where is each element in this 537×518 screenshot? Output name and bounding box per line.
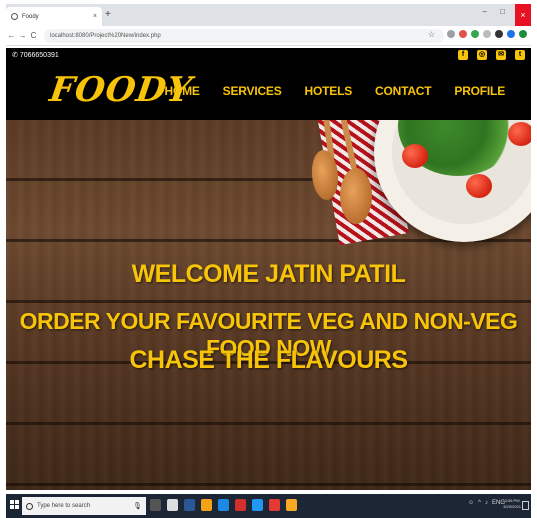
back-button[interactable]: ← [6, 31, 17, 40]
microphone-icon[interactable]: 🎙 [133, 502, 142, 510]
taskbar-apps [150, 499, 297, 511]
nav-services[interactable]: SERVICES [223, 84, 282, 98]
facebook-icon[interactable]: f [458, 50, 468, 60]
chrome-icon[interactable] [269, 499, 280, 511]
app-icon[interactable] [201, 499, 212, 511]
task-view-icon[interactable] [150, 499, 161, 511]
main-menu: HOME SERVICES HOTELS CONTACT PROFILE [164, 84, 505, 98]
bookmark-star-icon[interactable]: ☆ [428, 30, 435, 39]
browser-tab[interactable]: Foody × [6, 7, 102, 26]
social-links: f ◎ ✉ t [458, 50, 525, 60]
nav-contact[interactable]: CONTACT [375, 84, 432, 98]
maximize-button[interactable]: □ [500, 7, 505, 16]
system-tray: ☺ ^ ♪ ENG [468, 500, 505, 506]
profile-avatar[interactable] [519, 30, 527, 38]
screen: Foody × + – □ × ← → C localhost:8080/Pro… [0, 0, 537, 518]
people-icon[interactable]: ☺ [468, 500, 474, 506]
tab-favicon-icon [11, 13, 18, 20]
app-icon[interactable] [235, 499, 246, 511]
search-icon [26, 502, 33, 510]
extension-icon[interactable] [507, 30, 515, 38]
forward-button[interactable]: → [17, 31, 28, 40]
close-window-button[interactable]: × [515, 4, 531, 26]
extension-icon[interactable] [471, 30, 479, 38]
tomato-image [508, 122, 531, 146]
welcome-heading: WELCOME JATIN PATIL [131, 260, 406, 288]
instagram-icon[interactable]: ◎ [477, 50, 487, 60]
extension-icon[interactable] [495, 30, 503, 38]
address-bar[interactable]: localhost:8080/Project%20New/index.php [44, 29, 444, 43]
reload-button[interactable]: C [28, 31, 39, 40]
app-icon[interactable] [286, 499, 297, 511]
taskbar-clock[interactable]: 3:56 PM 3/29/2021 [503, 498, 521, 510]
mail-icon[interactable]: ✉ [496, 50, 506, 60]
search-placeholder: Type here to search [37, 503, 91, 509]
twitter-icon[interactable]: t [515, 50, 525, 60]
chevron-up-icon[interactable]: ^ [478, 500, 481, 506]
windows-taskbar: Type here to search 🎙 ☺ ^ ♪ ENG 3:56 PM … [6, 494, 531, 518]
extension-icon[interactable] [459, 30, 467, 38]
volume-icon[interactable]: ♪ [485, 500, 488, 506]
tagline-heading: CHASE THE FLAVOURS [129, 346, 408, 374]
windows-start-icon[interactable] [10, 500, 20, 510]
extension-icon[interactable] [483, 30, 491, 38]
extension-icons [447, 30, 527, 38]
app-icon[interactable] [252, 499, 263, 511]
nav-profile[interactable]: PROFILE [454, 84, 505, 98]
tomato-image [402, 144, 428, 168]
browser-tab-strip: Foody × + – □ × [6, 4, 531, 26]
main-navbar: FOODY HOME SERVICES HOTELS CONTACT PROFI… [6, 62, 531, 120]
clock-date: 3/29/2021 [503, 504, 521, 509]
browser-toolbar: ← → C localhost:8080/Project%20New/index… [6, 26, 531, 46]
taskbar-search-input[interactable]: Type here to search 🎙 [22, 497, 146, 515]
hero-banner: WELCOME JATIN PATIL ORDER YOUR FAVOURITE… [6, 120, 531, 490]
tomato-image [466, 174, 492, 198]
minimize-button[interactable]: – [483, 7, 487, 16]
website: ✆ 7066650391 f ◎ ✉ t FOODY HOME SERVICES… [6, 48, 531, 490]
extension-icon[interactable] [447, 30, 455, 38]
edge-icon[interactable] [218, 499, 229, 511]
tab-title: Foody [22, 13, 39, 20]
notification-icon[interactable] [522, 501, 529, 510]
url-text: localhost:8080/Project%20New/index.php [50, 33, 161, 39]
tab-close-icon[interactable]: × [93, 13, 97, 20]
wooden-spoon-image [340, 168, 372, 224]
store-icon[interactable] [167, 499, 178, 511]
app-icon[interactable] [184, 499, 195, 511]
nav-home[interactable]: HOME [164, 84, 199, 98]
nav-hotels[interactable]: HOTELS [305, 84, 353, 98]
new-tab-button[interactable]: + [105, 9, 111, 20]
phone-number: ✆ 7066650391 [12, 52, 59, 59]
contact-topbar: ✆ 7066650391 f ◎ ✉ t [6, 48, 531, 62]
